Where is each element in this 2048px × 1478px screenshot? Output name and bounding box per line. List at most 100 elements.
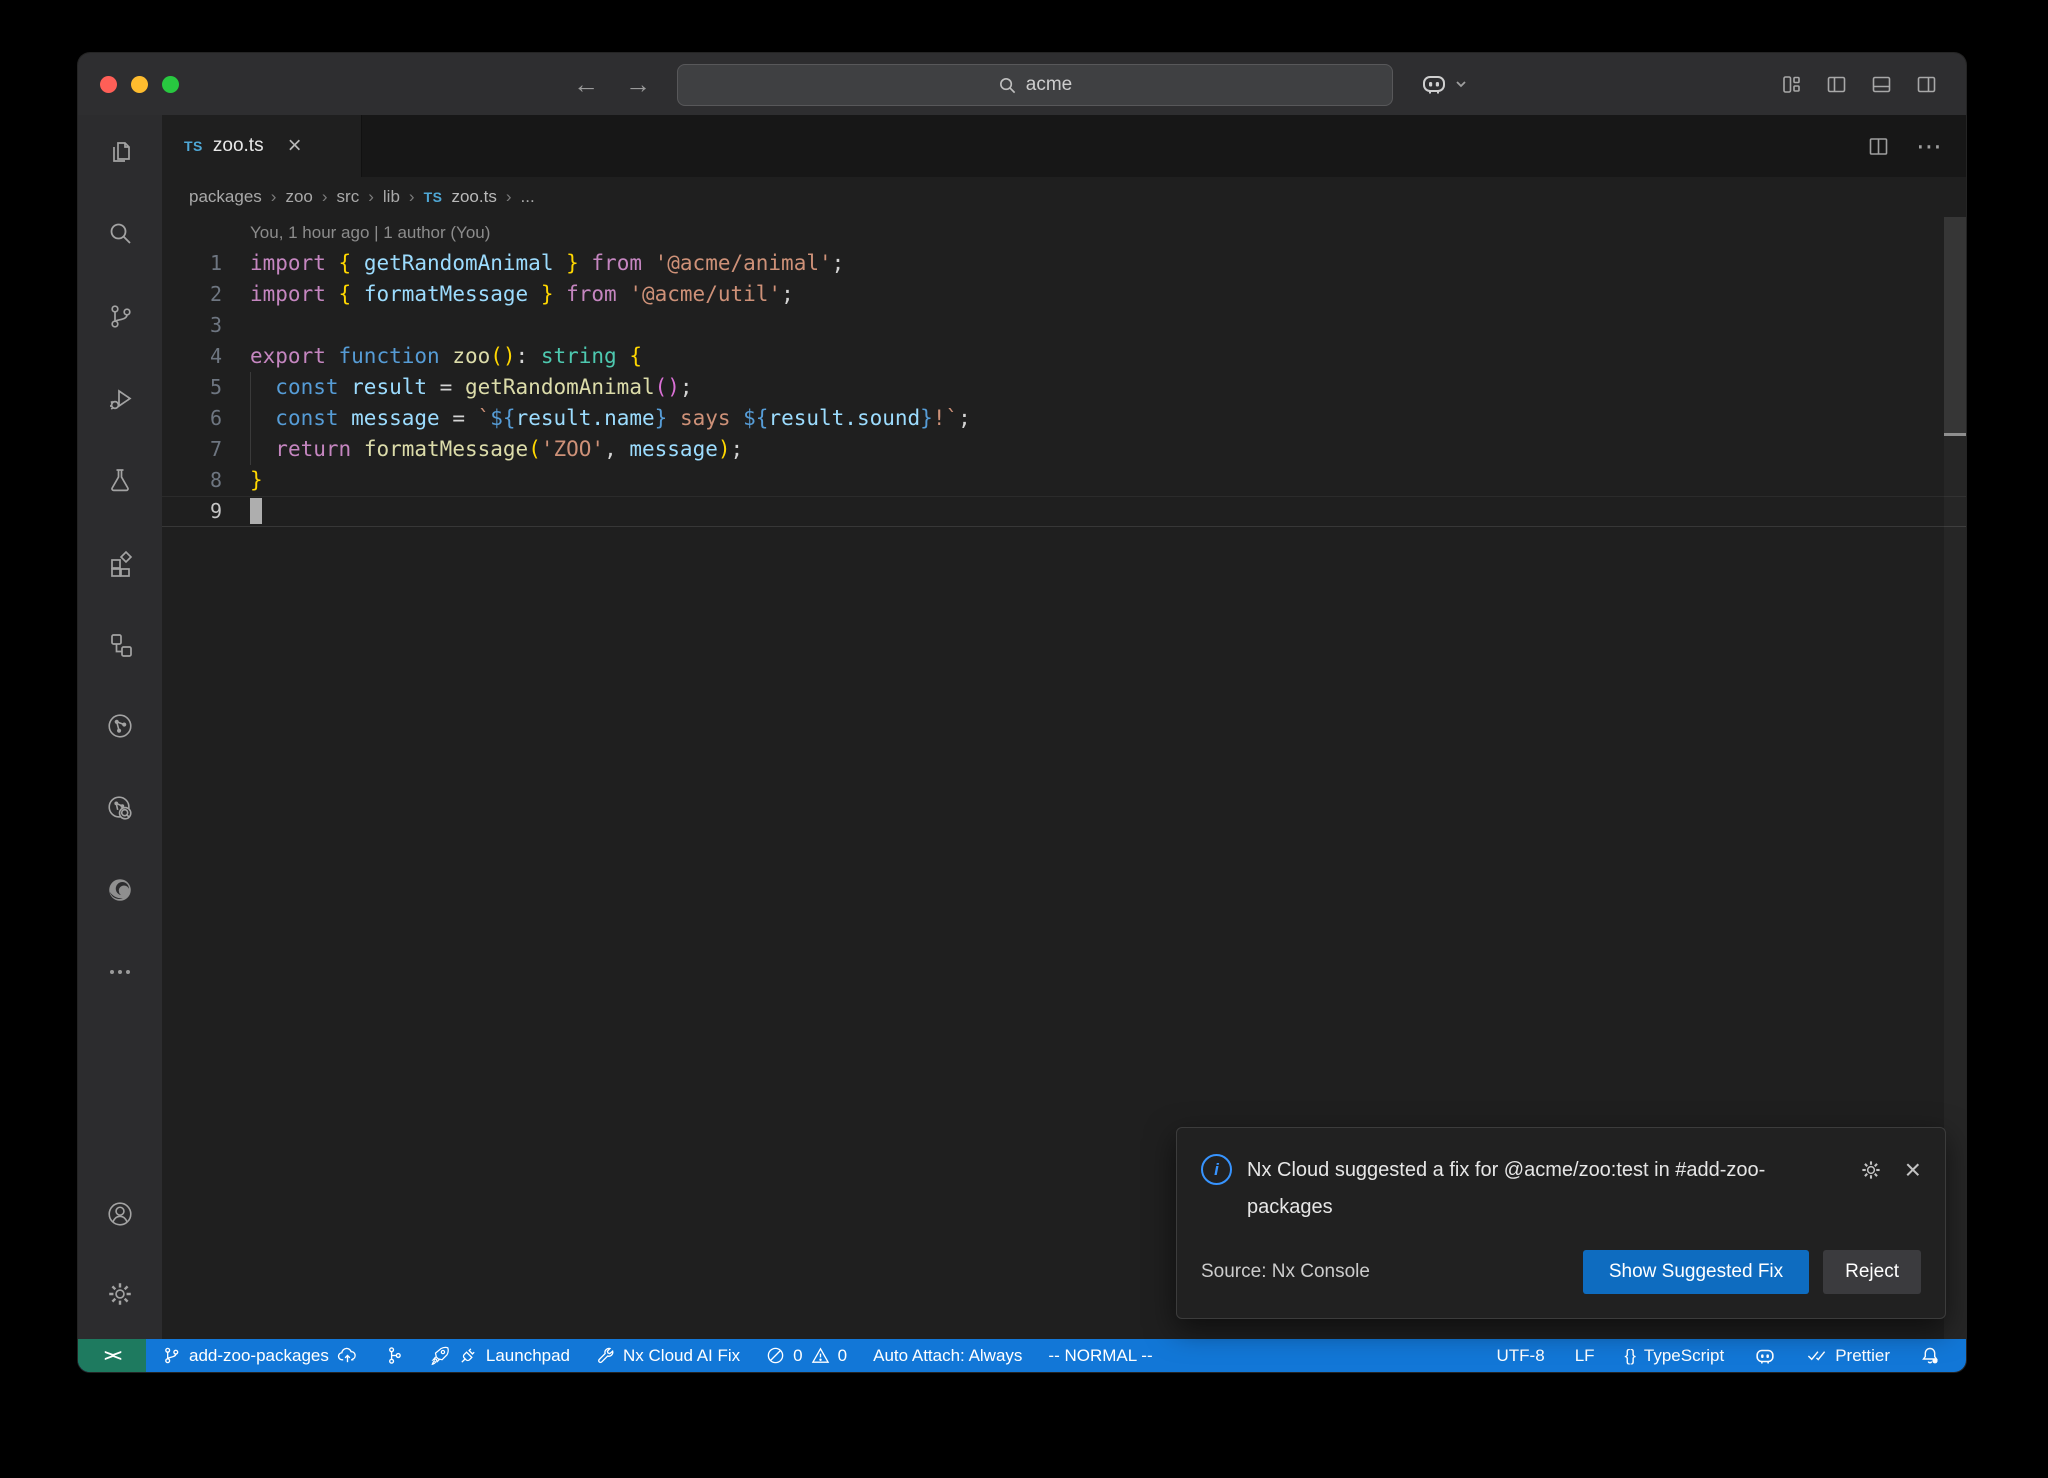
activity-bar [78,115,162,1339]
vim-mode-item[interactable]: -- NORMAL -- [1048,1346,1152,1366]
more-icon[interactable] [105,957,135,987]
reject-button[interactable]: Reject [1823,1250,1921,1294]
launchpad-item[interactable]: Launchpad [429,1345,570,1366]
copilot-menu[interactable] [1420,53,1468,115]
toggle-sidebar-icon[interactable] [1825,73,1848,96]
chevron-right-icon: › [506,187,512,207]
scrollbar[interactable] [1944,217,1966,1339]
code-line[interactable]: 1import { getRandomAnimal } from '@acme/… [162,248,1966,279]
plug-icon [458,1346,478,1366]
close-window-button[interactable] [100,76,117,93]
close-icon[interactable]: × [288,134,302,158]
launchpad-label: Launchpad [486,1346,570,1366]
language-mode-item[interactable]: {} TypeScript [1625,1346,1725,1366]
line-number: 5 [162,372,222,403]
title-bar: ← → acme [78,53,1966,115]
info-icon: i [1201,1154,1232,1185]
customize-layout-icon[interactable] [1780,73,1803,96]
typescript-file-icon: TS [184,138,203,154]
remote-icon: >< [104,1346,120,1366]
block-cursor [250,498,262,524]
problems-item[interactable]: 0 0 [766,1346,847,1366]
code-line[interactable]: 2import { formatMessage } from '@acme/ut… [162,279,1966,310]
back-icon[interactable]: ← [573,69,599,100]
eol-item[interactable]: LF [1575,1346,1595,1366]
chevron-right-icon: › [271,187,277,207]
nx-fix-label: Nx Cloud AI Fix [623,1346,740,1366]
breadcrumb-item[interactable]: packages [189,187,262,207]
extensions-icon[interactable] [105,547,135,577]
forward-icon[interactable]: → [625,69,651,100]
breadcrumb-item[interactable]: lib [383,187,400,207]
code-line[interactable]: 4export function zoo(): string { [162,341,1966,372]
copilot-status-item[interactable] [1754,1345,1776,1367]
search-icon[interactable] [105,219,135,249]
type-hierarchy-icon[interactable] [105,629,135,659]
braces-icon: {} [1625,1346,1636,1366]
warning-icon [811,1346,830,1365]
git-branch-icon [162,1346,181,1365]
nx-console-icon[interactable] [105,711,135,741]
run-and-debug-icon[interactable] [105,383,135,413]
line-number: 2 [162,279,222,310]
nx-cloud-icon[interactable] [105,793,135,823]
source-control-icon[interactable] [105,301,135,331]
line-number: 3 [162,310,222,341]
chevron-right-icon: › [368,187,374,207]
chevron-right-icon: › [409,187,415,207]
chevron-right-icon: › [322,187,328,207]
tab-zoo-ts[interactable]: TS zoo.ts × [162,115,362,177]
gear-icon[interactable] [1859,1158,1883,1182]
code-line[interactable]: 7 return formatMessage('ZOO', message); [162,434,1966,465]
tab-bar: TS zoo.ts × ⋯ [162,115,1966,177]
code-line[interactable]: 8} [162,465,1966,496]
toggle-secondary-sidebar-icon[interactable] [1915,73,1938,96]
show-suggested-fix-button[interactable]: Show Suggested Fix [1583,1250,1809,1294]
breadcrumb-item[interactable]: src [337,187,360,207]
prettier-item[interactable]: Prettier [1806,1345,1890,1366]
git-branch-item[interactable]: add-zoo-packages [162,1345,358,1366]
tab-label: zoo.ts [213,135,264,157]
notification-toast: i Nx Cloud suggested a fix for @acme/zoo… [1176,1127,1946,1319]
minimize-window-button[interactable] [131,76,148,93]
zoom-window-button[interactable] [162,76,179,93]
nx-cloud-ai-fix-item[interactable]: Nx Cloud AI Fix [596,1346,740,1366]
typescript-file-icon: TS [424,189,443,205]
git-blame-annotation[interactable]: You, 1 hour ago | 1 author (You) [162,217,1966,248]
auto-attach-item[interactable]: Auto Attach: Always [873,1346,1022,1366]
command-center-search[interactable]: acme [677,64,1393,106]
search-value: acme [1026,74,1072,96]
explorer-icon[interactable] [105,137,135,167]
split-editor-icon[interactable] [1867,135,1890,158]
edge-tools-icon[interactable] [105,875,135,905]
chevron-down-icon [1454,77,1468,91]
code-line[interactable]: 3 [162,310,1966,341]
line-number: 7 [162,434,222,465]
search-icon [998,76,1017,95]
code-line[interactable]: 5 const result = getRandomAnimal(); [162,372,1966,403]
scrollbar-thumb[interactable] [1944,217,1966,433]
close-icon[interactable]: × [1905,1156,1921,1184]
breadcrumb-item[interactable]: zoo [285,187,312,207]
cloud-upload-icon [337,1345,358,1366]
account-icon[interactable] [105,1199,135,1229]
toggle-panel-icon[interactable] [1870,73,1893,96]
rocket-icon [429,1345,450,1366]
code-line[interactable]: 6 const message = `${result.name} says $… [162,403,1966,434]
code-line[interactable]: 9 [162,496,1966,527]
vscode-window: ← → acme [78,53,1966,1372]
status-bar: >< add-zoo-packages Launchpad Nx Cloud A… [78,1339,1966,1372]
more-actions-icon[interactable]: ⋯ [1916,131,1944,162]
line-number: 1 [162,248,222,279]
testing-icon[interactable] [105,465,135,495]
notifications-item[interactable] [1920,1346,1940,1366]
line-number: 4 [162,341,222,372]
notification-source: Source: Nx Console [1201,1261,1370,1283]
breadcrumb-more[interactable]: ... [521,187,535,207]
settings-gear-icon[interactable] [105,1279,135,1309]
commit-graph-item[interactable] [384,1346,403,1365]
breadcrumb-file[interactable]: zoo.ts [451,187,496,207]
remote-indicator[interactable]: >< [78,1339,146,1372]
code-lines: 1import { getRandomAnimal } from '@acme/… [162,248,1966,527]
encoding-item[interactable]: UTF-8 [1497,1346,1545,1366]
